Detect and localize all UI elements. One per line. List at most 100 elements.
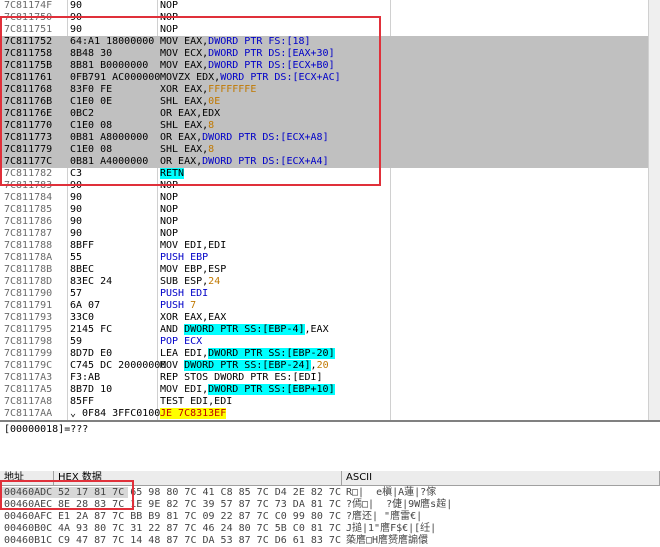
disasm-row[interactable]: 7C81175B 8B81 B0000000 MOV EAX,DWORD PTR D… (0, 60, 660, 72)
disasm-row[interactable]: 7C811790 57 PUSH EDI (0, 288, 660, 300)
row-address: 7C81177C (4, 156, 53, 167)
instruction-part: PUSH (160, 300, 191, 311)
instruction-part: NOP (160, 204, 179, 215)
header-hex[interactable]: HEX 数据 (54, 471, 342, 485)
disasm-row[interactable]: 7C811768 83F0 FE XOR EAX,FFFFFFFE (0, 84, 660, 96)
disasm-row[interactable]: 7C811788 8BFF MOV EDI,EDI (0, 240, 660, 252)
row-address: 7C811750 (4, 12, 53, 23)
disasm-row[interactable]: 7C8117AA ⌄ 0F84 3FFC0100 JE 7C8313EF (0, 408, 660, 420)
row-address: 7C811788 (4, 240, 53, 251)
disasm-row[interactable]: 7C8117A8 85FF TEST EDI,EDI (0, 396, 660, 408)
row-instruction: SUB ESP,24 (160, 276, 220, 288)
disasm-row[interactable]: 7C811750 90 NOP (0, 12, 660, 24)
disasm-row[interactable]: 7C811786 90 NOP (0, 216, 660, 228)
instruction-part: NOP (160, 0, 179, 11)
row-instruction: NOP (160, 216, 178, 228)
row-hex: 33C0 (70, 312, 95, 323)
disasm-row[interactable]: 7C811791 6A 07 PUSH 7 (0, 300, 660, 312)
instruction-part: NOP (160, 228, 179, 239)
row-hex: 57 (70, 288, 83, 299)
row-hex: 6A 07 (70, 300, 101, 311)
dump-row[interactable]: 00460ADC 52 17 81 7C 65 98 80 7C 41 C8 85… (0, 487, 660, 499)
row-hex: 0B81 A4000000 (70, 156, 149, 167)
row-address: 7C811787 (4, 228, 53, 239)
instruction-part: 0E (208, 96, 221, 107)
disasm-row[interactable]: 7C81176B C1E0 0E SHL EAX,0E (0, 96, 660, 108)
disasm-row[interactable]: 7C811785 90 NOP (0, 204, 660, 216)
memory-dump-pane[interactable]: 地址 HEX 数据 ASCII 00460ADC 52 17 81 7C 65 9… (0, 471, 660, 547)
disasm-row[interactable]: 7C811783 90 NOP (0, 180, 660, 192)
instruction-part: XOR EAX,EAX (160, 312, 227, 323)
dump-row[interactable]: 00460AFC E1 2A 87 7C BB B9 81 7C 09 22 87… (0, 511, 660, 523)
row-hex: 55 (70, 252, 83, 263)
dump-address: 00460B0C (4, 523, 53, 534)
disasm-row[interactable]: 7C811782 C3 RETN (0, 168, 660, 180)
dump-row[interactable]: 00460AEC 8E 28 83 7C 1E 9E 82 7C 39 57 87… (0, 499, 660, 511)
instruction-part: DWORD PTR SS:[EBP-4] (184, 324, 305, 335)
dump-hex: 4A 93 80 7C 31 22 87 7C 46 24 80 7C 5B C… (58, 523, 341, 534)
disasm-row[interactable]: 7C811798 59 POP ECX (0, 336, 660, 348)
header-ascii[interactable]: ASCII (342, 471, 660, 485)
row-hex: 8B7D 10 (70, 384, 113, 395)
row-hex: F3:AB (70, 372, 101, 383)
disasm-row[interactable]: 7C811799 8D7D E0 LEA EDI,DWORD PTR SS:[EBP… (0, 348, 660, 360)
disasm-row[interactable]: 7C81178A 55 PUSH EBP (0, 252, 660, 264)
row-address: 7C811770 (4, 120, 53, 131)
row-address: 7C81179C (4, 360, 53, 371)
dump-hex: C9 47 87 7C 14 48 87 7C DA 53 87 7C D6 6… (58, 535, 341, 546)
row-address: 7C811758 (4, 48, 53, 59)
disasm-row[interactable]: 7C811751 90 NOP (0, 24, 660, 36)
row-address: 7C81174F (4, 0, 53, 11)
row-address: 7C81178A (4, 252, 53, 263)
instruction-part: DWORD PTR DS:[ECX+A4] (202, 156, 329, 167)
disasm-row[interactable]: 7C81178B 8BEC MOV EBP,ESP (0, 264, 660, 276)
header-address[interactable]: 地址 (0, 471, 54, 485)
disasm-row[interactable]: 7C811793 33C0 XOR EAX,EAX (0, 312, 660, 324)
disasm-row[interactable]: 7C81178D 83EC 24 SUB ESP,24 (0, 276, 660, 288)
instruction-part: DWORD PTR SS:[EBP+10] (208, 384, 335, 395)
vertical-scrollbar[interactable] (648, 0, 660, 420)
row-address: 7C811752 (4, 36, 53, 47)
dump-row[interactable]: 00460B1C C9 47 87 7C 14 48 87 7C DA 53 87… (0, 535, 660, 547)
row-address: 7C811786 (4, 216, 53, 227)
disasm-row[interactable]: 7C811758 8B48 30 MOV ECX,DWORD PTR DS:[EAX… (0, 48, 660, 60)
row-address: 7C811751 (4, 24, 53, 35)
disasm-row[interactable]: 7C811784 90 NOP (0, 192, 660, 204)
instruction-part: SHL EAX, (160, 96, 209, 107)
disasm-row[interactable]: 7C811779 C1E0 08 SHL EAX,8 (0, 144, 660, 156)
instruction-part: POP ECX (160, 336, 203, 347)
row-instruction: PUSH EDI (160, 288, 208, 300)
disasm-row[interactable]: 7C811795 2145 FC AND DWORD PTR SS:[EBP-4],… (0, 324, 660, 336)
disasm-row[interactable]: 7C81177C 0B81 A4000000 OR EAX,DWORD PTR DS… (0, 156, 660, 168)
instruction-part: 7 (190, 300, 197, 311)
instruction-part: DWORD PTR FS:[18] (208, 36, 311, 47)
instruction-part: OR EAX, (160, 132, 203, 143)
instruction-part: 24 (208, 276, 221, 287)
row-hex: 83F0 FE (70, 84, 113, 95)
disasm-row[interactable]: 7C8117A3 F3:AB REP STOS DWORD PTR ES:[EDI] (0, 372, 660, 384)
instruction-part: PUSH EBP (160, 252, 209, 263)
row-hex: 83EC 24 (70, 276, 113, 287)
disasm-row[interactable]: 7C811761 0FB791 AC000000 MOVZX EDX,WORD PT… (0, 72, 660, 84)
row-address: 7C81176E (4, 108, 53, 119)
dump-row[interactable]: 00460B0C 4A 93 80 7C 31 22 87 7C 46 24 80… (0, 523, 660, 535)
disasm-row[interactable]: 7C81176E 0BC2 OR EAX,EDX (0, 108, 660, 120)
disasm-row[interactable]: 7C811787 90 NOP (0, 228, 660, 240)
dump-address: 00460AEC (4, 499, 53, 510)
row-instruction: AND DWORD PTR SS:[EBP-4],EAX (160, 324, 329, 336)
disasm-row[interactable]: 7C8117A5 8B7D 10 MOV EDI,DWORD PTR SS:[EBP… (0, 384, 660, 396)
row-instruction: MOV EAX,DWORD PTR DS:[ECX+B0] (160, 60, 335, 72)
disasm-row[interactable]: 7C811752 64:A1 18000000 MOV EAX,DWORD PTR … (0, 36, 660, 48)
disassembly-pane[interactable]: 7C81174F 90 NOP 7C811750 90 NOP 7C811751 90 NOP 7… (0, 0, 660, 420)
row-address: 7C81175B (4, 60, 53, 71)
disasm-row[interactable]: 7C811773 0B81 A8000000 OR EAX,DWORD PTR DS… (0, 132, 660, 144)
disasm-row[interactable]: 7C81179C C745 DC 20000000 MOV DWORD PTR SS… (0, 360, 660, 372)
instruction-part: DWORD PTR DS:[EAX+30] (208, 48, 335, 59)
row-hex: C745 DC 20000000 (70, 360, 167, 371)
disasm-row[interactable]: 7C81174F 90 NOP (0, 0, 660, 12)
row-hex: C1E0 0E (70, 96, 113, 107)
disasm-row[interactable]: 7C811770 C1E0 08 SHL EAX,8 (0, 120, 660, 132)
row-hex: ⌄ 0F84 3FFC0100 (70, 408, 161, 419)
row-hex: 8D7D E0 (70, 348, 113, 359)
instruction-part: NOP (160, 12, 179, 23)
